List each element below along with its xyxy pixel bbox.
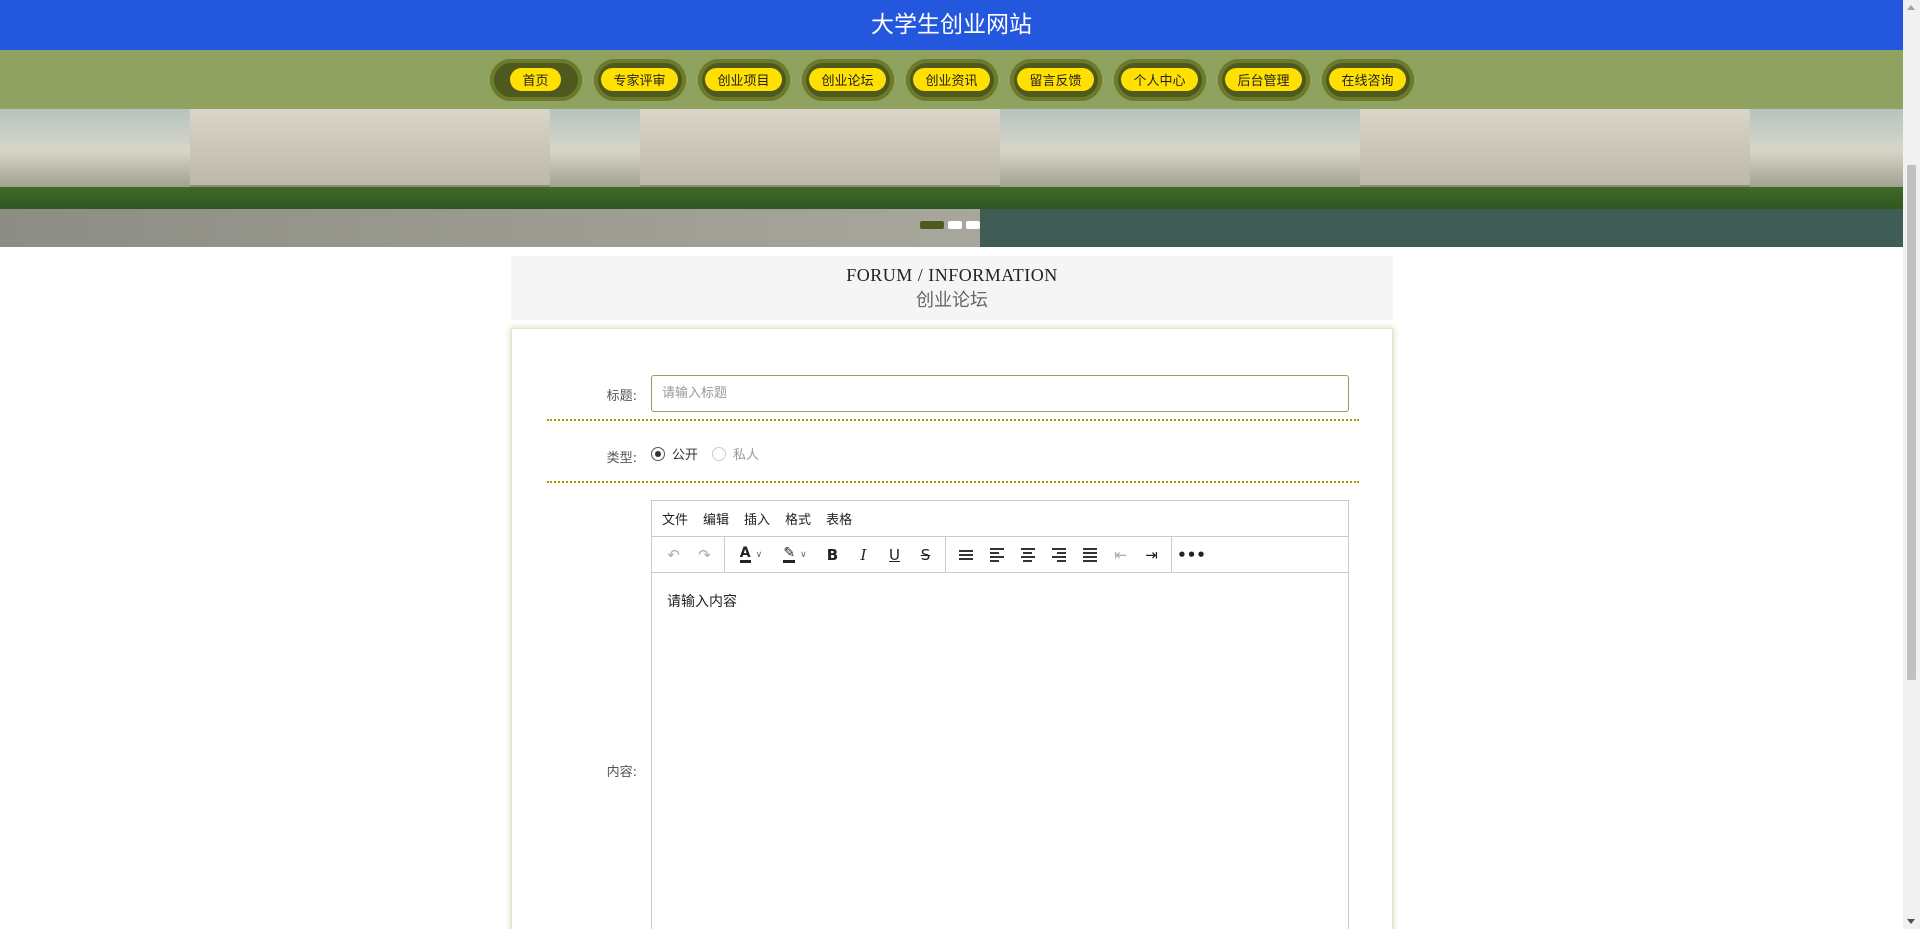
menu-edit[interactable]: 编辑 <box>703 509 729 528</box>
banner-hedge <box>0 187 1903 211</box>
editor-toolbar: ↶ ↷ A ∨ ✎ ∨ B I U S ⇤ ⇥ ••• <box>652 536 1348 573</box>
main-nav: 首页 专家评审 创业项目 创业论坛 创业资讯 留言反馈 个人中心 后台管理 在线… <box>0 50 1903 109</box>
text-color-icon[interactable]: A ∨ <box>729 541 773 569</box>
carousel-dot-2[interactable] <box>948 221 962 229</box>
italic-icon[interactable]: I <box>848 541 879 569</box>
post-form: 标题: 类型: 公开 私人 内容: 文件 编辑 插入 格式 表格 ↶ ↷ <box>511 328 1393 929</box>
content-label: 内容: <box>606 765 637 780</box>
nav-item-news[interactable]: 创业资讯 <box>905 58 998 101</box>
strikethrough-icon[interactable]: S <box>910 541 941 569</box>
bold-icon[interactable]: B <box>817 541 848 569</box>
align-justify-icon[interactable] <box>1074 541 1105 569</box>
toolbar-separator <box>1171 536 1172 573</box>
line-height-icon[interactable] <box>950 541 981 569</box>
title-label: 标题: <box>606 389 637 404</box>
nav-item-forum[interactable]: 创业论坛 <box>801 58 894 101</box>
scroll-thumb[interactable] <box>1907 165 1916 680</box>
menu-file[interactable]: 文件 <box>662 509 688 528</box>
section-title-cn: 创业论坛 <box>916 290 988 310</box>
scroll-down-icon[interactable] <box>1907 919 1915 924</box>
menu-table[interactable]: 表格 <box>826 509 852 528</box>
indent-icon[interactable]: ⇥ <box>1136 541 1167 569</box>
type-radio-public[interactable]: 公开 <box>651 444 698 463</box>
rich-text-editor: 文件 编辑 插入 格式 表格 ↶ ↷ A ∨ ✎ ∨ B I U S ⇤ ⇥ ••• <box>651 500 1349 929</box>
underline-icon[interactable]: U <box>879 541 910 569</box>
page-scrollbar[interactable] <box>1903 0 1920 929</box>
banner-building <box>640 109 1000 187</box>
highlight-icon[interactable]: ✎ ∨ <box>773 541 817 569</box>
section-title-en: FORUM / INFORMATION <box>846 265 1058 285</box>
nav-item-projects[interactable]: 创业项目 <box>697 58 790 101</box>
menu-format[interactable]: 格式 <box>785 509 811 528</box>
toolbar-separator <box>945 536 946 573</box>
nav-item-consult[interactable]: 在线咨询 <box>1321 58 1414 101</box>
editor-menubar: 文件 编辑 插入 格式 表格 <box>652 501 1348 537</box>
outdent-icon[interactable]: ⇤ <box>1105 541 1136 569</box>
radio-unchecked-icon <box>712 446 727 461</box>
carousel-dot-3[interactable] <box>966 221 980 229</box>
align-left-icon[interactable] <box>981 541 1012 569</box>
banner-path <box>0 209 980 247</box>
title-input[interactable] <box>651 375 1349 412</box>
type-label: 类型: <box>606 451 637 466</box>
carousel-indicators <box>920 221 980 229</box>
site-header: 大学生创业网站 <box>0 0 1903 50</box>
nav-item-home[interactable]: 首页 <box>489 58 582 101</box>
redo-icon[interactable]: ↷ <box>689 541 720 569</box>
site-title: 大学生创业网站 <box>871 12 1032 38</box>
carousel-dot-1[interactable] <box>920 221 944 229</box>
align-right-icon[interactable] <box>1043 541 1074 569</box>
banner-court <box>980 209 1903 247</box>
type-radio-private[interactable]: 私人 <box>712 444 759 463</box>
section-heading: FORUM / INFORMATION 创业论坛 <box>511 256 1393 320</box>
type-row: 类型: 公开 私人 <box>547 429 1359 483</box>
undo-icon[interactable]: ↶ <box>658 541 689 569</box>
editor-content-area[interactable]: 请输入内容 <box>652 573 1348 629</box>
editor-placeholder: 请输入内容 <box>667 594 737 610</box>
nav-item-admin[interactable]: 后台管理 <box>1217 58 1310 101</box>
nav-item-profile[interactable]: 个人中心 <box>1113 58 1206 101</box>
radio-checked-icon <box>651 446 665 461</box>
nav-item-expert-review[interactable]: 专家评审 <box>593 58 686 101</box>
menu-insert[interactable]: 插入 <box>744 509 770 528</box>
banner-building <box>1360 109 1750 187</box>
type-radio-group: 公开 私人 <box>651 444 773 463</box>
align-center-icon[interactable] <box>1012 541 1043 569</box>
scroll-up-icon[interactable] <box>1907 5 1915 10</box>
toolbar-separator <box>724 536 725 573</box>
title-row: 标题: <box>547 373 1359 421</box>
banner-building <box>190 109 550 187</box>
nav-item-feedback[interactable]: 留言反馈 <box>1009 58 1102 101</box>
more-icon[interactable]: ••• <box>1176 541 1207 569</box>
